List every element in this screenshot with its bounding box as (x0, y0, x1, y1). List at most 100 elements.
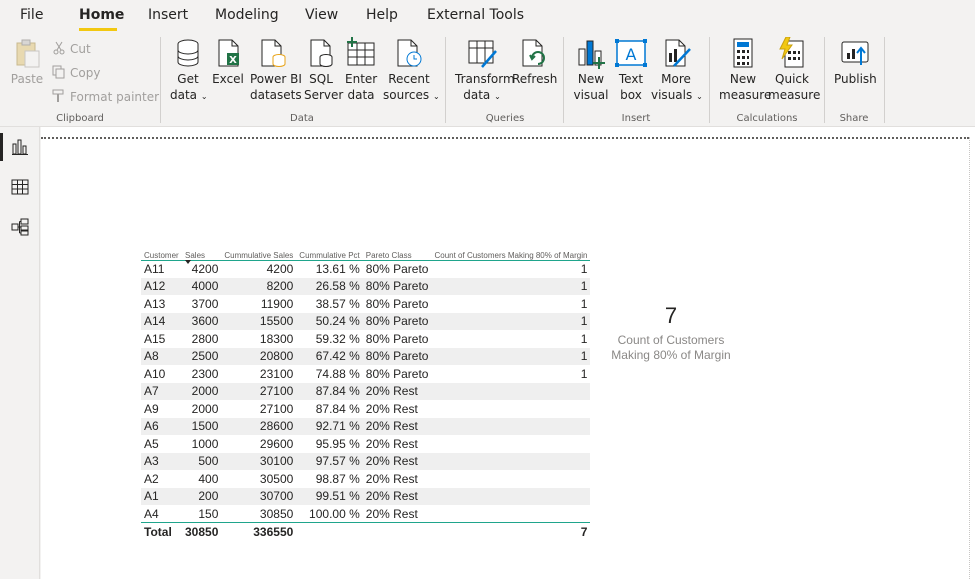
table-cell: 20% Rest (365, 401, 418, 416)
transform-data-button[interactable]: Transform data ⌄ (455, 37, 515, 105)
copy-icon (52, 65, 66, 79)
new-measure-button[interactable]: New measure (719, 37, 771, 103)
column-header-pareto-class[interactable]: Pareto Class (363, 242, 432, 260)
text-box-button[interactable]: A Text box (614, 37, 648, 103)
table-cell (431, 417, 591, 435)
table-cell: 20% Rest (365, 471, 418, 486)
table-row[interactable]: A12 4000 8200 26.58 % 80% Pareto 1 (141, 277, 591, 295)
paste-label: Paste (10, 72, 44, 86)
table-row[interactable]: A15 2800 18300 59.32 % 80% Pareto 1 (141, 330, 590, 348)
refresh-label: Refresh (512, 72, 558, 86)
cut-label: Cut (70, 42, 91, 56)
model-view-button[interactable] (0, 207, 40, 247)
table-cell: 99.51 % (296, 487, 363, 505)
more-visuals-button[interactable]: More visuals ⌄ (651, 37, 703, 105)
svg-text:A: A (626, 45, 637, 64)
paste-button[interactable]: Paste (10, 37, 44, 87)
menu-insert[interactable]: Insert (148, 7, 188, 23)
table-cell: 1 (431, 277, 591, 295)
total-cell: 7 (580, 524, 588, 539)
table-row[interactable]: A4 150 30850 100.00 % 20% Rest (141, 505, 590, 523)
table-cell: 95.95 % (315, 436, 360, 451)
data-view-button[interactable] (0, 167, 40, 207)
cut-button[interactable]: Cut (52, 41, 91, 56)
table-cell: A4 (144, 506, 159, 521)
menu-file[interactable]: File (20, 7, 43, 23)
column-header-customer[interactable]: Customer (141, 242, 182, 260)
ribbon-divider (709, 37, 710, 123)
data-group-label: Data (290, 113, 314, 124)
chevron-down-icon: ⌄ (432, 92, 440, 101)
report-canvas[interactable]: Customer Sales Cummulative Sales Cummula… (41, 127, 975, 579)
column-header-sales[interactable]: Sales (182, 242, 221, 264)
get-data-button[interactable]: Get data ⌄ (170, 37, 208, 105)
table-cell: 500 (182, 452, 222, 470)
column-header-count-customers[interactable]: Count of Customers Making 80% of Margin (431, 242, 590, 260)
table-cell: 30850 (259, 506, 294, 521)
table-cell (431, 505, 590, 523)
report-view-button[interactable] (0, 127, 40, 167)
table-cell: A2 (144, 471, 159, 486)
more-visuals-label-2: visuals ⌄ (651, 87, 703, 105)
active-tab-indicator (79, 28, 117, 31)
table-cell: 2300 (191, 366, 219, 381)
menu-view[interactable]: View (305, 7, 338, 23)
view-rail (0, 127, 40, 579)
insert-group-label: Insert (621, 113, 651, 124)
table-cell: 1 (431, 312, 591, 330)
table-cell: 80% Pareto (362, 347, 432, 365)
table-row[interactable]: A3 500 30100 97.57 % 20% Rest (141, 452, 591, 470)
table-cell: 4000 (182, 277, 222, 295)
table-cell (431, 452, 591, 470)
table-cell: A9 (144, 401, 159, 416)
ribbon-divider (884, 37, 885, 123)
table-cell: 1 (580, 331, 588, 346)
table-cell: 59.32 % (315, 331, 360, 346)
new-visual-button[interactable]: New visual (573, 37, 609, 103)
table-row[interactable]: A10 2300 23100 74.88 % 80% Pareto 1 (141, 365, 590, 383)
table-row[interactable]: A13 3700 11900 38.57 % 80% Pareto 1 (141, 295, 590, 313)
refresh-button[interactable]: Refresh (512, 37, 558, 87)
power-bi-datasets-button[interactable]: Power BI datasets (250, 37, 302, 103)
format-painter-button[interactable]: Format painter (52, 89, 159, 104)
refresh-icon (522, 39, 545, 67)
table-row[interactable]: A5 1000 29600 95.95 % 20% Rest (141, 435, 590, 453)
table-row[interactable]: A6 1500 28600 92.71 % 20% Rest (141, 417, 591, 435)
table-row[interactable]: A14 3600 15500 50.24 % 80% Pareto 1 (141, 312, 591, 330)
table-row[interactable]: A11 4200 4200 13.61 % 80% Pareto 1 (141, 260, 590, 278)
table-grid-icon (347, 37, 375, 66)
table-cell: 74.88 % (315, 366, 360, 381)
excel-button[interactable]: X Excel (212, 37, 244, 87)
table-cell: 8200 (221, 277, 297, 295)
menu-external-tools[interactable]: External Tools (427, 7, 524, 23)
table-cell: 1500 (182, 417, 222, 435)
table-row[interactable]: A7 2000 27100 87.84 % 20% Rest (141, 382, 591, 400)
menu-home[interactable]: Home (79, 7, 124, 23)
table-row[interactable]: A8 2500 20800 67.42 % 80% Pareto 1 (141, 347, 591, 365)
recent-sources-button[interactable]: Recent sources ⌄ (383, 37, 440, 105)
more-visuals-label-1: More (661, 72, 691, 86)
table-row[interactable]: A2 400 30500 98.87 % 20% Rest (141, 470, 590, 488)
enter-data-button[interactable]: Enter data (345, 37, 377, 103)
copy-button[interactable]: Copy (52, 65, 100, 80)
menu-help[interactable]: Help (366, 7, 398, 23)
column-header-cummulative-sales[interactable]: Cummulative Sales (221, 242, 296, 260)
sql-server-button[interactable]: SQL Server (304, 37, 343, 103)
table-cell: A3 (141, 452, 182, 470)
menu-modeling[interactable]: Modeling (215, 7, 279, 23)
table-row[interactable]: A1 200 30700 99.51 % 20% Rest (141, 487, 591, 505)
total-cell: 336550 (253, 524, 294, 539)
enter-label-2: data (347, 88, 375, 102)
table-cell: 67.42 % (296, 347, 363, 365)
excel-label: Excel (212, 72, 244, 86)
pbi-label-2: datasets (250, 88, 302, 102)
chevron-down-icon: ⌄ (696, 92, 703, 101)
table-cell: 20% Rest (365, 506, 418, 521)
column-header-cummulative-pct[interactable]: Cummulative Pct (296, 242, 362, 260)
publish-button[interactable]: Publish (834, 37, 877, 87)
table-cell: 2500 (182, 347, 222, 365)
pareto-table-visual[interactable]: Customer Sales Cummulative Sales Cummula… (141, 242, 591, 541)
table-row[interactable]: A9 2000 27100 87.84 % 20% Rest (141, 400, 590, 418)
ribbon-divider (824, 37, 825, 123)
quick-measure-button[interactable]: Quick measure (768, 37, 820, 103)
